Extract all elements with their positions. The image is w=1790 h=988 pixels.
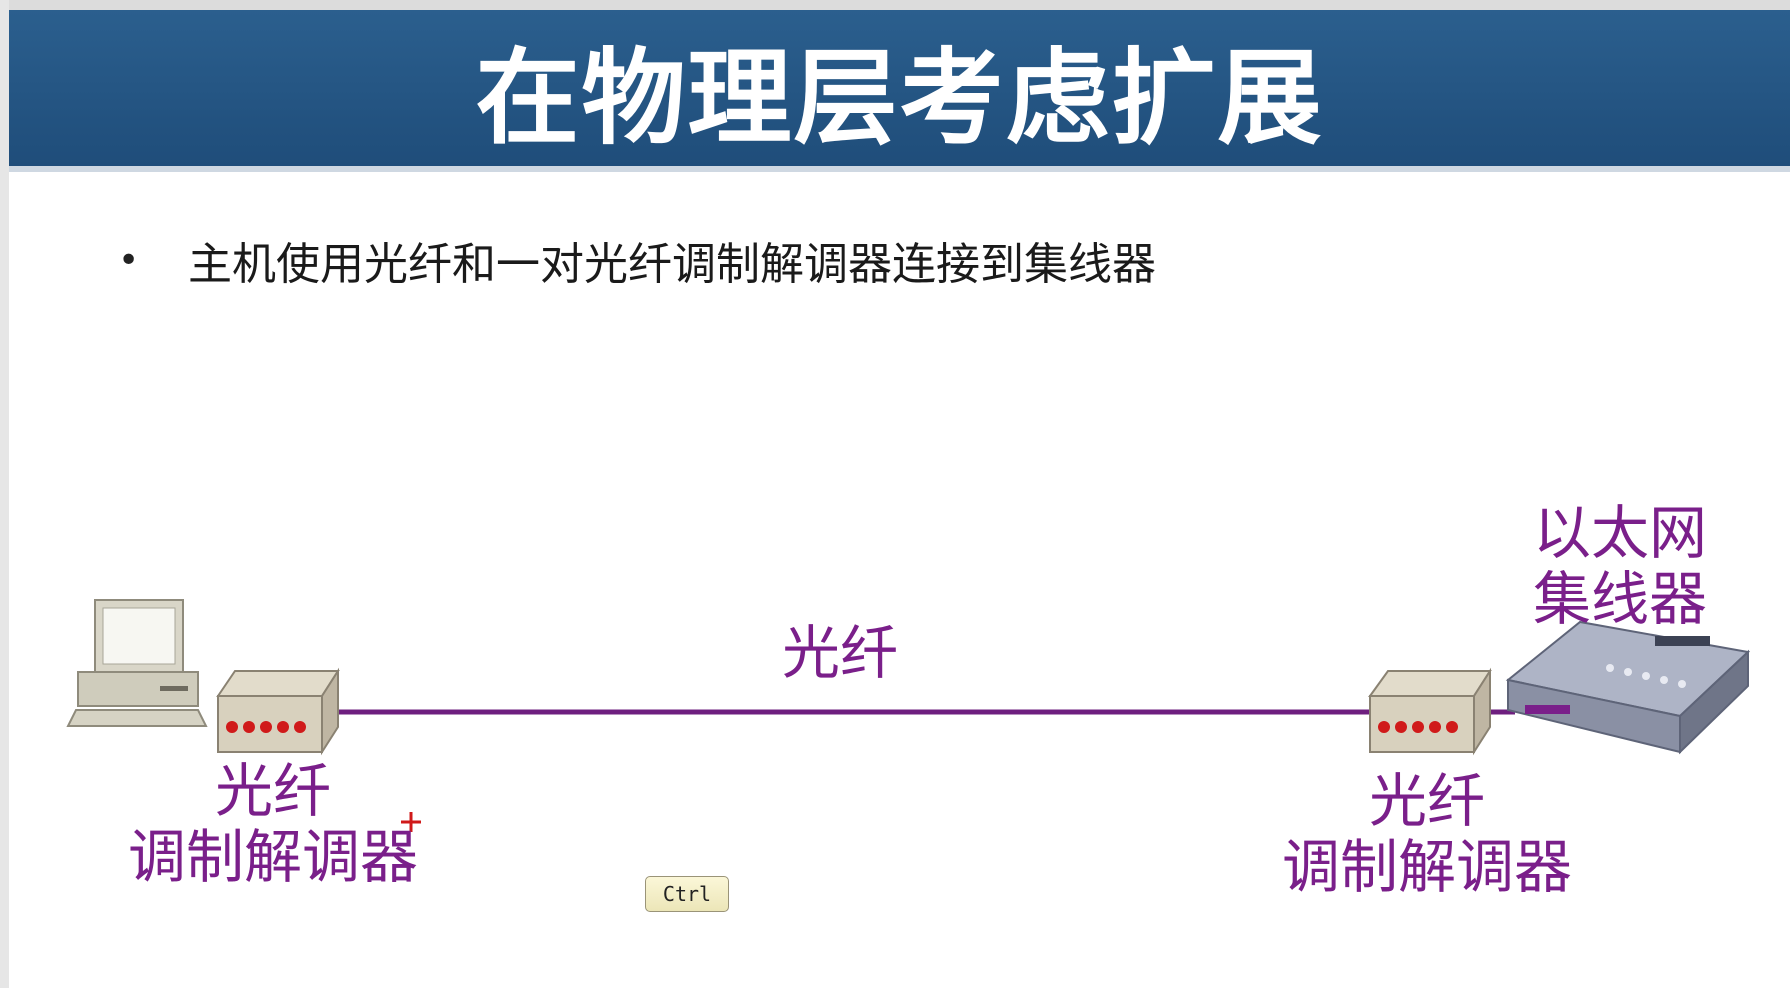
hub-label-line2: 集线器 xyxy=(1532,565,1707,633)
computer-icon xyxy=(66,599,208,727)
ethernet-hub-icon xyxy=(1505,620,1751,755)
left-modem-label-line1: 光纤 xyxy=(214,757,331,825)
hub-label: 以太网 集线器 xyxy=(1500,500,1740,632)
fiber-link-label: 光纤 xyxy=(781,619,898,687)
right-modem-label-line2: 调制解调器 xyxy=(1281,833,1572,901)
left-modem-label: 光纤 调制解调器 xyxy=(108,758,438,890)
ctrl-key-indicator: Ctrl xyxy=(645,876,729,912)
left-fiber-modem-icon xyxy=(216,667,340,756)
right-fiber-modem-icon xyxy=(1368,667,1492,756)
right-modem-label-line1: 光纤 xyxy=(1368,767,1485,835)
right-modem-label: 光纤 调制解调器 xyxy=(1262,768,1592,900)
left-modem-label-line2: 调制解调器 xyxy=(127,823,418,891)
hub-label-line1: 以太网 xyxy=(1532,499,1707,567)
